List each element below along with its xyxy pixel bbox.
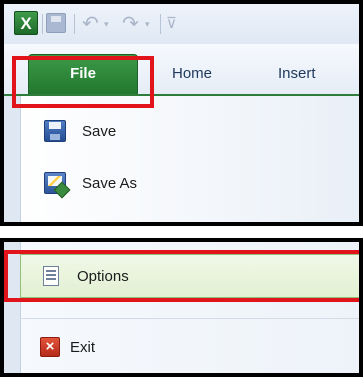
undo-icon[interactable]: ↶	[82, 14, 99, 34]
ribbon-tab-bar: File Home Insert	[4, 44, 359, 96]
qat-separator	[160, 14, 161, 34]
exit-icon: ×	[40, 337, 60, 357]
file-tab[interactable]: File	[28, 54, 138, 94]
redo-icon[interactable]: ↷	[122, 14, 139, 34]
qat-separator	[42, 14, 43, 34]
menu-item-save-as[interactable]: Save As	[44, 166, 304, 200]
tab-home[interactable]: Home	[172, 54, 212, 94]
file-tab-screenshot: X ↶ ▾ ↷ ▾ ⊽ File Home Insert Save Save A…	[0, 0, 363, 226]
menu-item-label: Save	[82, 122, 117, 140]
menu-item-options[interactable]: Options	[20, 254, 359, 298]
save-icon[interactable]	[46, 13, 66, 33]
menu-item-exit[interactable]: × Exit	[20, 330, 320, 364]
menu-divider	[20, 318, 359, 319]
options-icon	[43, 266, 59, 286]
options-screenshot: Options × Exit	[0, 238, 363, 377]
menu-item-label: Save As	[82, 174, 138, 192]
redo-dropdown-icon[interactable]: ▾	[145, 19, 150, 30]
customize-toolbar-icon[interactable]: ⊽	[166, 14, 177, 34]
backstage-left-strip	[4, 242, 21, 373]
save-as-icon	[44, 172, 66, 194]
undo-dropdown-icon[interactable]: ▾	[104, 19, 109, 30]
menu-item-label: Options	[77, 267, 129, 285]
save-icon	[44, 120, 66, 142]
quick-access-toolbar: X ↶ ▾ ↷ ▾ ⊽	[4, 4, 359, 44]
tab-insert[interactable]: Insert	[278, 54, 316, 94]
backstage-left-strip	[4, 96, 21, 222]
menu-item-label: Exit	[70, 338, 96, 356]
excel-icon[interactable]: X	[14, 11, 38, 35]
menu-item-save[interactable]: Save	[44, 114, 304, 148]
qat-separator	[74, 14, 75, 34]
